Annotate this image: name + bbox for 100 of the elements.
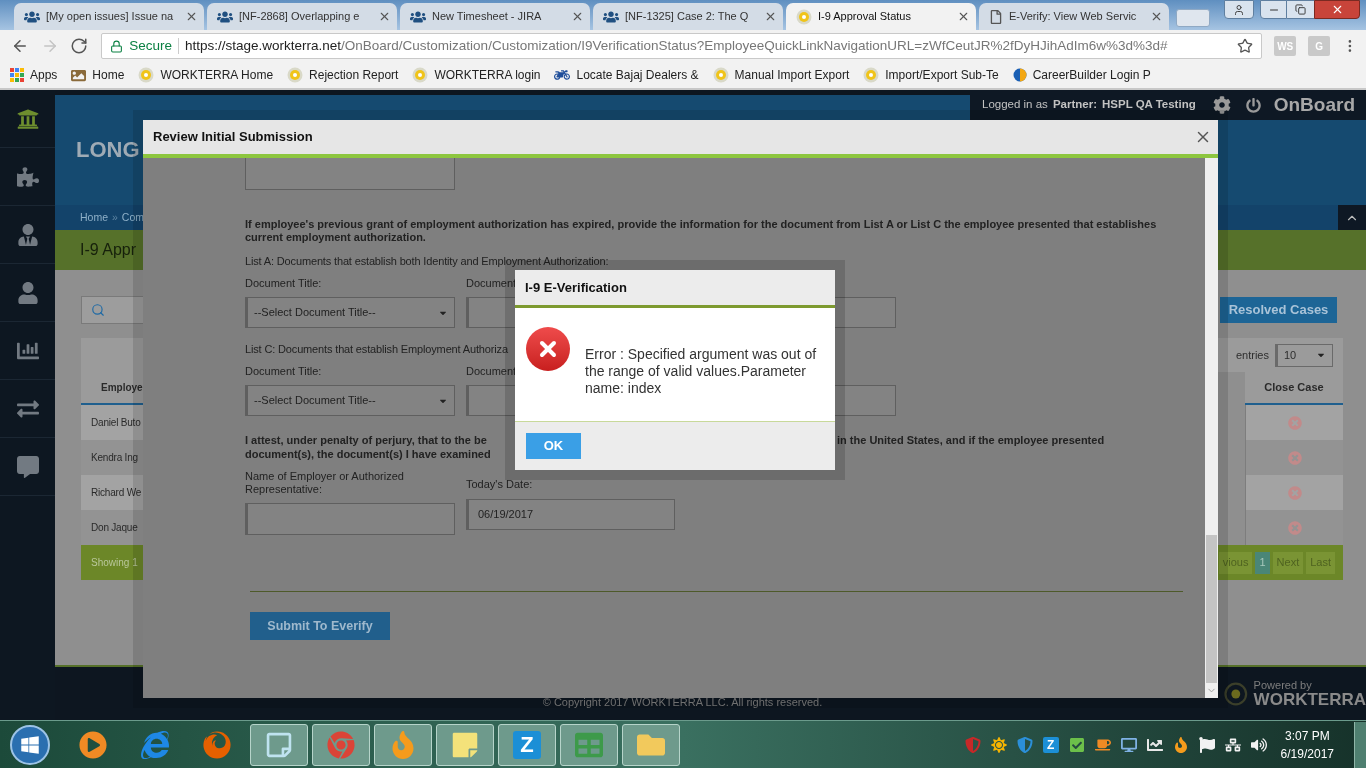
check-icon[interactable] (1068, 736, 1085, 753)
taskbar-app[interactable] (374, 723, 432, 766)
logo-text: LONG (76, 137, 140, 162)
restore-button[interactable] (1287, 0, 1314, 19)
browser-tab[interactable]: [My open issues] Issue na (14, 3, 204, 30)
speaker-icon[interactable] (1250, 736, 1267, 753)
bookmark-link[interactable]: Rejection Report (287, 66, 399, 84)
breadcrumb-link[interactable]: Home (80, 209, 108, 226)
table-cell-text: Kendra Ing (91, 451, 138, 465)
entries-label: entries (1235, 347, 1269, 363)
flame-icon[interactable] (1172, 736, 1189, 753)
bookmark-link[interactable]: Import/Export Sub-Te (863, 66, 999, 84)
cup-icon[interactable] (1094, 736, 1111, 753)
power-icon[interactable] (1245, 97, 1261, 113)
close-window-button[interactable] (1314, 0, 1360, 19)
user-tie-icon (16, 223, 39, 246)
text-field[interactable] (245, 158, 455, 190)
copyright-text: © Copyright 2017 WORKTERRA LLC. All rights reserved. (542, 694, 823, 710)
field-label: Name of Employer or Authorized Representative: (245, 470, 405, 496)
table-cell-text: Daniel Buto (91, 416, 141, 430)
url-text: https://stage.workterra.net/OnBoard/Customization/Customization/I9VerificationStatus?EmployeeQuickLinkNavigationURL=zWfCeutJR%2fDyHJihAdIm6w%3d%3d# (185, 36, 1169, 55)
close-tab-icon[interactable] (1150, 10, 1163, 23)
table-cell-text: Don Jaque (91, 521, 138, 535)
start-button[interactable] (10, 724, 50, 765)
bookmark-link[interactable]: Home (71, 66, 125, 84)
text-field[interactable] (245, 503, 455, 535)
bookmark-link[interactable]: CareerBuilder Login P (1012, 66, 1151, 84)
close-tab-icon[interactable] (957, 10, 970, 23)
close-tab-icon[interactable] (185, 10, 198, 23)
scrollbar-thumb[interactable] (1206, 535, 1217, 683)
shield-icon[interactable] (1016, 736, 1033, 753)
badge-icon (712, 67, 729, 83)
monitor-icon[interactable] (1120, 736, 1137, 753)
entries-select[interactable]: 10 (1275, 343, 1333, 367)
document-title-select[interactable]: --Select Document Title-- (245, 297, 455, 328)
minimize-button[interactable] (1260, 0, 1287, 19)
bookmark-star-icon[interactable] (1237, 38, 1254, 54)
browser-tab[interactable]: [NF-1325] Case 2: The Q (593, 3, 783, 30)
sun-icon[interactable] (990, 736, 1007, 753)
breadcrumb-link[interactable]: Com (121, 209, 145, 226)
taskbar-app[interactable] (560, 723, 618, 766)
chat-bubble-icon (16, 455, 39, 478)
close-tab-icon[interactable] (764, 10, 777, 23)
play-icon (79, 730, 107, 759)
letter-tile-icon: Z (513, 730, 541, 759)
badge-icon (796, 8, 812, 25)
browser-tab[interactable]: E-Verify: View Web Servic (979, 3, 1169, 30)
powered-by-label: Powered by (1253, 679, 1313, 691)
restore-icon (1295, 4, 1306, 15)
image-icon (71, 67, 87, 83)
table-info: Showing 1 (91, 556, 138, 570)
product-name: OnBoard (1273, 92, 1355, 117)
taskbar-app[interactable] (312, 723, 370, 766)
modal-title: Review Initial Submission (153, 128, 313, 147)
line-chart-icon[interactable] (1146, 736, 1163, 753)
list-label: List C: Documents that establish Employment Authoriza (245, 342, 508, 357)
attestation-text: document(s), the document(s) I have examined (245, 447, 492, 461)
bookmark-link[interactable]: Apps (10, 66, 58, 84)
apps-grid-icon (10, 68, 24, 82)
address-bar[interactable]: Secure https://stage.workterra.net/OnBoard/Customization/Customization/I9VerificationStatus?EmployeeQuickLinkNavigationURL=zWfCeutJR%2fDyHJihAdIm6w%3d%3d# (101, 33, 1263, 59)
taskbar-app[interactable] (436, 723, 494, 766)
document-title-select[interactable]: --Select Document Title-- (245, 385, 455, 416)
show-desktop-button[interactable] (1354, 721, 1366, 768)
bookmark-link[interactable]: WORKTERRA login (412, 66, 541, 84)
date-field[interactable]: 06/19/2017 (466, 498, 675, 530)
flag-icon[interactable] (1198, 736, 1215, 753)
badge-icon (287, 67, 304, 83)
user-icon (16, 281, 39, 304)
resolved-cases-button[interactable]: Resolved Cases (1220, 297, 1337, 323)
notepad-icon (265, 730, 293, 759)
secure-label: Secure (129, 36, 172, 55)
person-icon (1233, 3, 1245, 16)
browser-tab[interactable]: [NF-2868] Overlapping e (207, 3, 397, 30)
taskbar-app[interactable]: Z (498, 723, 556, 766)
submit-button[interactable]: Submit To Everify (250, 612, 390, 640)
field-label: Document Title: (245, 275, 322, 291)
exchange-arrows-icon (16, 397, 39, 420)
close-tab-icon[interactable] (378, 10, 391, 23)
search-icon (91, 303, 105, 317)
bookmark-link[interactable]: Locate Bajaj Dealers & (554, 66, 699, 84)
browser-tab[interactable]: New Timesheet - JIRA (400, 3, 590, 30)
letter-tile-icon[interactable]: Z (1042, 736, 1059, 753)
bookmark-link[interactable]: WORKTERRA Home (138, 66, 274, 84)
settings-icon[interactable] (1212, 96, 1231, 114)
motorcycle-icon (554, 67, 571, 83)
browser-tab[interactable]: I-9 Approval Status (786, 3, 976, 30)
bookmark-link[interactable]: Manual Import Export (712, 66, 850, 84)
taskbar-app[interactable] (622, 723, 680, 766)
scrollbar[interactable] (1205, 158, 1218, 698)
network-icon[interactable] (1224, 736, 1241, 753)
taskbar-app[interactable] (250, 723, 308, 766)
list-label: List A: Documents that establish both Identity and Employment Authorization: (245, 254, 609, 269)
field-label: Today's Date: (466, 477, 534, 492)
ok-button[interactable]: OK (526, 433, 581, 459)
close-tab-icon[interactable] (571, 10, 584, 23)
breadcrumb-separator: » (112, 209, 118, 225)
brand-name: WORKTERRA (1253, 690, 1366, 708)
error-icon (526, 327, 570, 371)
profile-button[interactable] (1224, 0, 1254, 19)
column-header: Employe (101, 381, 143, 395)
